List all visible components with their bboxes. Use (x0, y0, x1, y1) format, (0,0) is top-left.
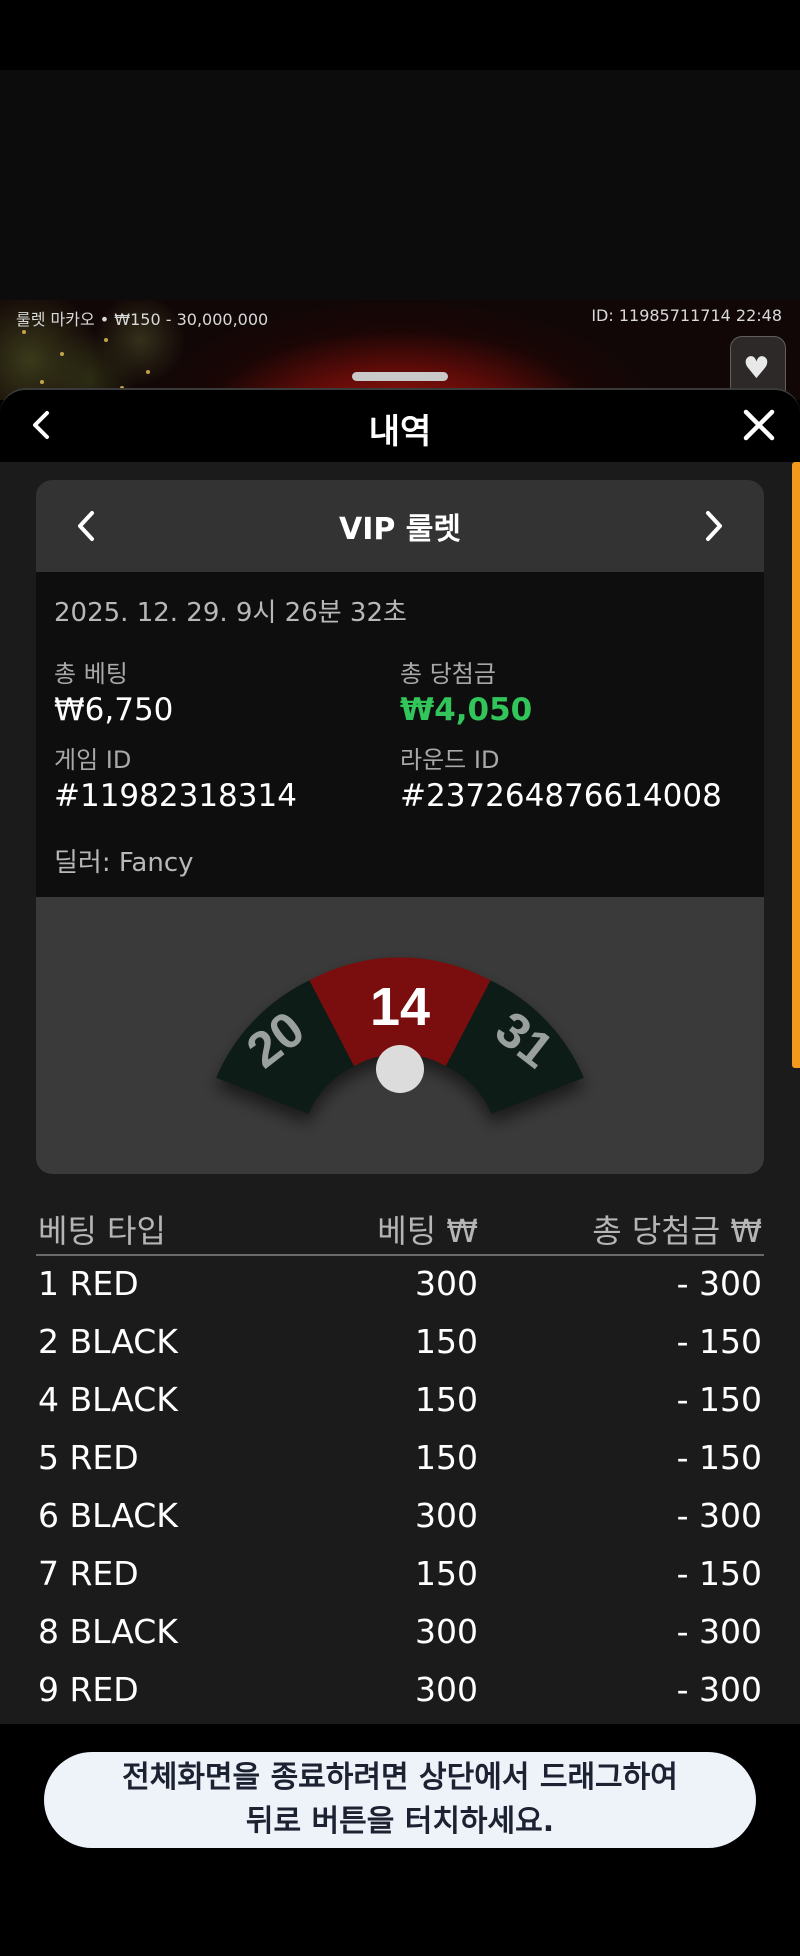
light-dot (104, 338, 108, 342)
header-total-win: 총 당첨금 ₩ (592, 1212, 762, 1250)
session-info: ID: 11985711714 22:48 (591, 306, 782, 325)
page-title: 내역 (368, 412, 432, 452)
status-bar-area (0, 0, 800, 70)
table-header: 베팅 타입 베팅 ₩ 총 당첨금 ₩ (36, 1200, 764, 1256)
round-info: 2025. 12. 29. 9시 26분 32초 총 베팅 총 당첨금 ₩6,7… (36, 572, 764, 897)
table-row: 4 BLACK 150 - 150 (36, 1372, 764, 1430)
live-stream-preview: 룰렛 마카오 • ₩150 - 30,000,000 ID: 119857117… (0, 300, 800, 400)
table-info: 룰렛 마카오 • ₩150 - 30,000,000 (16, 310, 269, 329)
bet-amount-cell: 300 (415, 1264, 478, 1303)
total-win-cell: - 150 (676, 1322, 762, 1361)
bet-amount-cell: 150 (415, 1554, 478, 1593)
table-row: 6 BLACK 300 - 300 (36, 1488, 764, 1546)
game-id-value: #11982318314 (54, 778, 297, 814)
bet-type-cell: 5 RED (38, 1438, 139, 1477)
bet-rows: 1 RED 300 - 300 2 BLACK 150 - 150 4 BLACK 150 - … (36, 1256, 764, 1720)
fullscreen-toast: 전체화면을 종료하려면 상단에서 드래그하여 뒤로 버튼을 터치하세요. (44, 1752, 756, 1848)
sheet-drag-handle[interactable] (352, 372, 448, 381)
table-row: 9 RED 300 - 300 (36, 1662, 764, 1720)
bet-type-cell: 9 RED (38, 1670, 139, 1709)
game-id-label: 게임 ID (54, 746, 132, 774)
next-round-button[interactable] (692, 504, 736, 548)
result-wheel-panel: 20 14 31 (36, 897, 764, 1174)
table-row: 1 RED 300 - 300 (36, 1256, 764, 1314)
wheel-number-center: 14 (370, 977, 430, 1037)
card-header: VIP 룰렛 (36, 480, 764, 572)
bet-amount-cell: 300 (415, 1496, 478, 1535)
total-win-cell: - 300 (676, 1612, 762, 1651)
light-dot (60, 352, 64, 356)
close-icon (743, 409, 775, 441)
roulette-result-wheel: 20 14 31 (216, 957, 584, 1114)
round-id-label: 라운드 ID (400, 746, 500, 774)
close-button[interactable] (738, 404, 780, 446)
bet-type-cell: 8 BLACK (38, 1612, 178, 1651)
bet-amount-cell: 300 (415, 1670, 478, 1709)
bet-type-cell: 4 BLACK (38, 1380, 178, 1419)
table-row: 7 RED 150 - 150 (36, 1546, 764, 1604)
history-sheet: 내역 VIP 룰렛 2025. 12. 29. 9시 26분 32초 총 베팅 … (0, 388, 800, 1724)
light-dot (40, 380, 44, 384)
header-bet-amount: 베팅 ₩ (377, 1212, 478, 1250)
total-bet-value: ₩6,750 (54, 692, 174, 728)
roulette-ball (376, 1045, 424, 1093)
sheet-header: 내역 (0, 390, 800, 462)
bet-history-table: 베팅 타입 베팅 ₩ 총 당첨금 ₩ 1 RED 300- 300 2 BLACK 1… (36, 1200, 764, 1720)
total-win-cell: - 150 (676, 1438, 762, 1477)
chevron-right-icon (706, 511, 722, 541)
bet-amount-cell: 300 (415, 1612, 478, 1651)
bet-amount-cell: 150 (415, 1322, 478, 1361)
bet-type-cell: 1 RED (38, 1264, 139, 1303)
round-detail-card: VIP 룰렛 2025. 12. 29. 9시 26분 32초 총 베팅 총 당… (36, 480, 764, 1174)
video-area (0, 70, 800, 300)
bet-amount-cell: 150 (415, 1438, 478, 1477)
scrollbar[interactable] (792, 462, 800, 1068)
light-dot (146, 370, 150, 374)
toast-line-1: 전체화면을 종료하려면 상단에서 드래그하여 (122, 1760, 678, 1795)
round-id-value: #237264876614008 (400, 778, 722, 814)
total-bet-label: 총 베팅 (54, 660, 128, 688)
game-title: VIP 룰렛 (338, 512, 461, 547)
total-win-cell: - 300 (676, 1496, 762, 1535)
table-row: 2 BLACK 150 - 150 (36, 1314, 764, 1372)
heart-icon: ♥ (743, 351, 770, 386)
toast-line-2: 뒤로 버튼을 터치하세요. (245, 1804, 555, 1839)
total-win-cell: - 150 (676, 1554, 762, 1593)
bet-type-cell: 7 RED (38, 1554, 139, 1593)
total-win-cell: - 150 (676, 1380, 762, 1419)
total-win-cell: - 300 (676, 1264, 762, 1303)
total-win-value: ₩4,050 (400, 692, 533, 728)
bet-amount-cell: 150 (415, 1380, 478, 1419)
round-datetime: 2025. 12. 29. 9시 26분 32초 (54, 598, 407, 628)
bet-type-cell: 2 BLACK (38, 1322, 178, 1361)
total-win-label: 총 당첨금 (400, 660, 496, 688)
bet-type-cell: 6 BLACK (38, 1496, 178, 1535)
table-row: 8 BLACK 300 - 300 (36, 1604, 764, 1662)
table-row: 5 RED 150 - 150 (36, 1430, 764, 1488)
total-win-cell: - 300 (676, 1670, 762, 1709)
light-dot (22, 330, 26, 334)
dealer-name: 딜러: Fancy (54, 848, 194, 878)
header-bet-type: 베팅 타입 (38, 1212, 166, 1250)
